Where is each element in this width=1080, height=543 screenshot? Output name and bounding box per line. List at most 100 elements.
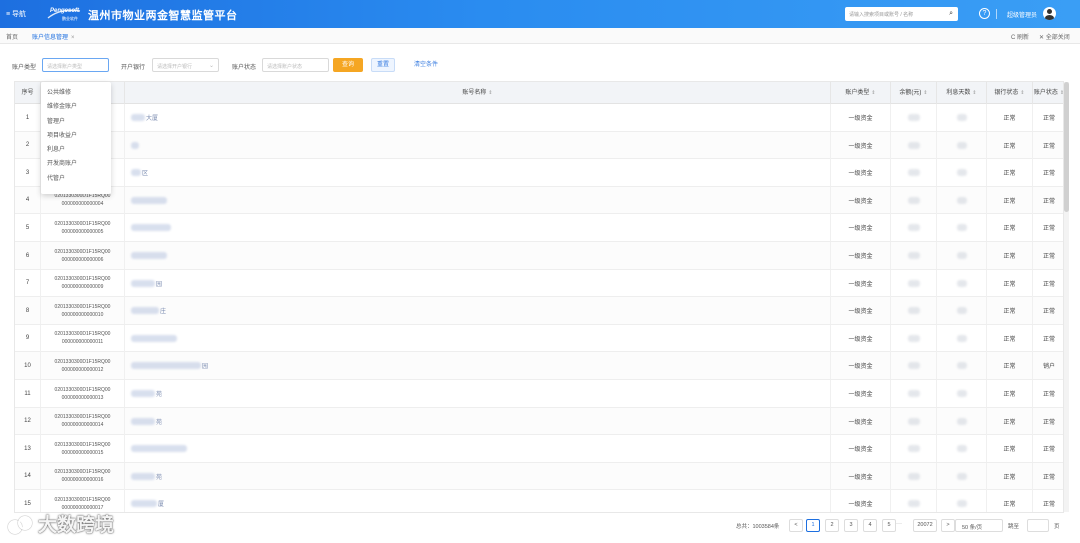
page-button[interactable]: 4	[863, 519, 877, 532]
reset-button[interactable]: 重置	[371, 58, 395, 72]
account-name[interactable]: 苑	[125, 407, 831, 435]
account-type: 一级资金	[831, 159, 891, 187]
dropdown-option[interactable]: 利息户	[41, 143, 111, 157]
account-name[interactable]: 园	[125, 352, 831, 380]
account-name[interactable]	[125, 242, 831, 269]
account-name[interactable]: 庄	[125, 297, 831, 325]
bank-status: 正常	[987, 214, 1033, 242]
search-icon[interactable]: ⌕	[949, 10, 953, 18]
account-status: 正常	[1042, 226, 1055, 233]
page-button[interactable]: 5	[882, 519, 896, 532]
account-number: 0201330300D1F15RQ00 000000000000015	[41, 435, 125, 463]
table-row[interactable]: 5 0201330300D1F15RQ00 000000000000005 一级资金正…	[15, 214, 1063, 242]
redacted-name	[131, 252, 167, 259]
account-name[interactable]	[125, 186, 831, 214]
table-row[interactable]: 6 0201330300D1F15RQ00 000000000000006 一级资金正…	[15, 242, 1063, 270]
account-name[interactable]: 区	[125, 159, 831, 187]
global-search-input[interactable]: 请输入搜索项目或账号 / 名称 ⌕	[845, 7, 958, 21]
user-avatar-icon[interactable]	[1043, 7, 1056, 20]
row-number: 7	[15, 269, 41, 297]
interest-days	[937, 242, 987, 269]
table-row[interactable]: 8 0201330300D1F15RQ00 000000000000010 庄一级资金…	[15, 297, 1063, 325]
scrollbar-thumb[interactable]	[1064, 82, 1069, 212]
col-interest[interactable]: 利息天数 ⇕	[937, 82, 987, 104]
tab-home[interactable]: 首页	[6, 32, 18, 41]
account-name[interactable]	[125, 131, 831, 159]
prev-page-button[interactable]: <	[789, 519, 803, 532]
redacted-balance	[907, 472, 920, 480]
account-type-select[interactable]: 请选择账户类型	[42, 58, 109, 72]
account-type-placeholder: 请选择账户类型	[47, 64, 83, 70]
bank-select[interactable]: 请选择开户银行 ⌄	[152, 58, 219, 72]
account-status: 正常	[1042, 143, 1055, 150]
tab-account-management[interactable]: 账户信息管理 ×	[32, 32, 75, 41]
row-number: 11	[15, 380, 41, 407]
interest-days	[937, 490, 987, 512]
account-number: 0201330300D1F15RQ00 000000000000011	[41, 324, 125, 352]
account-name[interactable]: 苑	[125, 380, 831, 407]
account-name[interactable]: 大厦	[125, 104, 831, 131]
table-row[interactable]: 11 0201330300D1F15RQ00 000000000000013 苑一级资…	[15, 380, 1063, 408]
table-row[interactable]: 15 0201330300D1F15RQ00 000000000000017 厦一级资…	[15, 490, 1063, 512]
tab-account-management-label: 账户信息管理	[32, 35, 69, 41]
account-name[interactable]: 苑	[125, 462, 831, 490]
account-name[interactable]	[125, 214, 831, 242]
row-number: 1	[15, 104, 41, 131]
help-icon[interactable]: ?	[979, 8, 990, 19]
account-number-line1: 0201330300D1F15RQ00	[54, 276, 111, 283]
dropdown-option[interactable]: 维修金账户	[41, 100, 111, 114]
query-button[interactable]: 查询	[333, 58, 363, 72]
close-tab-icon[interactable]: ×	[71, 35, 75, 41]
close-all-tabs-button[interactable]: ✕ 全部关闭	[1039, 32, 1070, 41]
refresh-button[interactable]: C 刷新	[1011, 32, 1029, 41]
table-row[interactable]: 10 0201330300D1F15RQ00 000000000000012 园一级资…	[15, 352, 1063, 380]
table-header: 序号 账号名称 ⇕ 账户类型 ⇕ 余额(元) ⇕ 利息天数 ⇕ 银行状态 ⇕ 账户状态 ⇕	[15, 82, 1063, 104]
goto-page-input[interactable]	[1027, 519, 1049, 532]
table-scrollbar[interactable]	[1064, 82, 1069, 512]
page-button[interactable]: 3	[844, 519, 858, 532]
row-number: 3	[15, 159, 41, 187]
col-bank-status[interactable]: 银行状态 ⇕	[987, 82, 1033, 104]
table-row[interactable]: 7 0201330300D1F15RQ00 000000000000009 园一级资金…	[15, 269, 1063, 298]
user-name[interactable]: 超级管理员	[1007, 10, 1037, 19]
table-row[interactable]: 3 区 一级资金 正常 正常	[15, 159, 1063, 187]
dropdown-option[interactable]: 公共维修	[41, 86, 111, 100]
pager-ellipsis[interactable]: ···	[896, 521, 902, 527]
table-row[interactable]: 14 0201330300D1F15RQ00 000000000000016 苑一级资…	[15, 462, 1063, 491]
account-name[interactable]	[125, 324, 831, 352]
account-number-line2: 000000000000014	[61, 422, 104, 429]
col-account-type[interactable]: 账户类型 ⇕	[831, 82, 891, 104]
interest-days	[937, 462, 987, 490]
clear-conditions-button[interactable]: 清空条件	[405, 58, 447, 72]
account-name[interactable]	[125, 435, 831, 463]
col-balance[interactable]: 余额(元) ⇕	[891, 82, 937, 104]
bank-status: 正常	[987, 186, 1033, 214]
table-row[interactable]: 9 0201330300D1F15RQ00 000000000000011 一级资金正…	[15, 324, 1063, 353]
account-number-line1: 0201330300D1F15RQ00	[54, 248, 111, 255]
nav-menu-button[interactable]: ≡ 导航	[6, 9, 26, 19]
dropdown-option[interactable]: 项目收益户	[41, 129, 111, 143]
table-row[interactable]: 12 0201330300D1F15RQ00 000000000000014 苑一级资…	[15, 407, 1063, 436]
next-page-button[interactable]: >	[941, 519, 955, 532]
balance	[891, 435, 937, 463]
search-placeholder: 请输入搜索项目或账号 / 名称	[849, 12, 914, 18]
redacted-balance	[907, 196, 920, 204]
dropdown-option[interactable]: 代管户	[41, 172, 111, 186]
col-account-name[interactable]: 账号名称 ⇕	[125, 82, 831, 104]
dropdown-option[interactable]: 管理户	[41, 115, 111, 129]
page-button[interactable]: 2	[825, 519, 839, 532]
balance	[891, 352, 937, 380]
account-status-select[interactable]: 请选择账户状态	[262, 58, 329, 72]
account-name[interactable]: 厦	[125, 490, 831, 512]
account-name[interactable]: 园	[125, 269, 831, 297]
page-size-select[interactable]: 50 条/页	[955, 519, 1003, 532]
last-page-button[interactable]: 20072	[913, 519, 937, 532]
table-row[interactable]: 4 0201330300D1F15RQ00 000000000000004 一级资金正…	[15, 186, 1063, 215]
account-type: 一级资金	[831, 435, 891, 463]
table-row[interactable]: 2 一级资金 正常 正常	[15, 131, 1063, 160]
page-button[interactable]: 1	[806, 519, 820, 532]
table-row[interactable]: 13 0201330300D1F15RQ00 000000000000015 一级资金…	[15, 435, 1063, 463]
table-row[interactable]: 1 大厦 一级资金 正常 正常	[15, 104, 1063, 132]
dropdown-option[interactable]: 开发商账户	[41, 157, 111, 171]
col-account-status[interactable]: 账户状态 ⇕	[1033, 82, 1063, 104]
